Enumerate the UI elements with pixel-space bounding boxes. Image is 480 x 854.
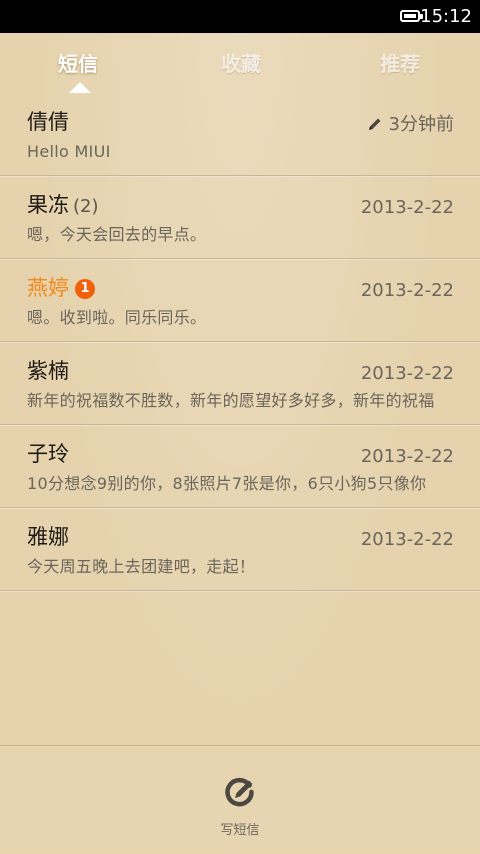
- message-date: 2013-2-22: [360, 197, 454, 218]
- message-preview: 嗯，今天会回去的早点。: [27, 225, 207, 244]
- message-item[interactable]: 燕婷 1 嗯。收到啦。同乐同乐。 2013-2-22: [0, 259, 480, 342]
- contact-name: 雅娜: [27, 525, 69, 549]
- message-item[interactable]: 子玲 10分想念9别的你，8张照片7张是你，6只小狗5只像你 2013-2-22: [0, 425, 480, 508]
- status-time: 15:12: [420, 6, 472, 27]
- message-preview: Hello MIUI: [27, 142, 111, 161]
- message-date: 2013-2-22: [360, 363, 454, 384]
- message-item[interactable]: 果冻 (2) 嗯，今天会回去的早点。 2013-2-22: [0, 176, 480, 259]
- message-item[interactable]: 倩倩 Hello MIUI 3分钟前: [0, 93, 480, 176]
- message-item[interactable]: 紫楠 新年的祝福数不胜数，新年的愿望好多好多，新年的祝福 2013-2-22: [0, 342, 480, 425]
- unread-badge: 1: [75, 279, 95, 299]
- contact-name: 紫楠: [27, 359, 69, 383]
- tab-favorites[interactable]: 收藏: [221, 50, 261, 78]
- pencil-icon: [368, 118, 381, 130]
- message-preview: 嗯。收到啦。同乐同乐。: [27, 308, 207, 327]
- message-count: (2): [73, 196, 99, 217]
- tab-indicator-arrow: [69, 82, 91, 93]
- contact-name-text: 燕婷: [27, 276, 69, 300]
- tab-sms[interactable]: 短信: [58, 50, 98, 78]
- tab-recommend[interactable]: 推荐: [380, 50, 420, 78]
- message-preview: 10分想念9别的你，8张照片7张是你，6只小狗5只像你: [27, 474, 427, 493]
- message-preview: 今天周五晚上去团建吧，走起！: [27, 557, 256, 576]
- contact-name: 燕婷 1: [27, 273, 95, 303]
- message-date: 2013-2-22: [360, 280, 454, 301]
- compose-button-label[interactable]: 写短信: [0, 822, 480, 840]
- message-date: 2013-2-22: [360, 529, 454, 550]
- contact-name-text: 果冻: [27, 193, 69, 217]
- message-time: 3分钟前: [367, 113, 454, 137]
- contact-name: 倩倩: [27, 110, 69, 134]
- message-time-text: 3分钟前: [388, 114, 454, 135]
- message-date: 2013-2-22: [360, 446, 454, 467]
- message-item[interactable]: 雅娜 今天周五晚上去团建吧，走起！ 2013-2-22: [0, 508, 480, 591]
- bottom-bar: 写短信: [0, 745, 480, 854]
- contact-name: 果冻 (2): [27, 190, 99, 222]
- contact-name: 子玲: [27, 442, 69, 466]
- battery-full-icon: [400, 10, 423, 22]
- status-bar: 15:12: [0, 0, 480, 33]
- compose-icon[interactable]: [223, 776, 257, 810]
- message-preview: 新年的祝福数不胜数，新年的愿望好多好多，新年的祝福: [27, 391, 435, 410]
